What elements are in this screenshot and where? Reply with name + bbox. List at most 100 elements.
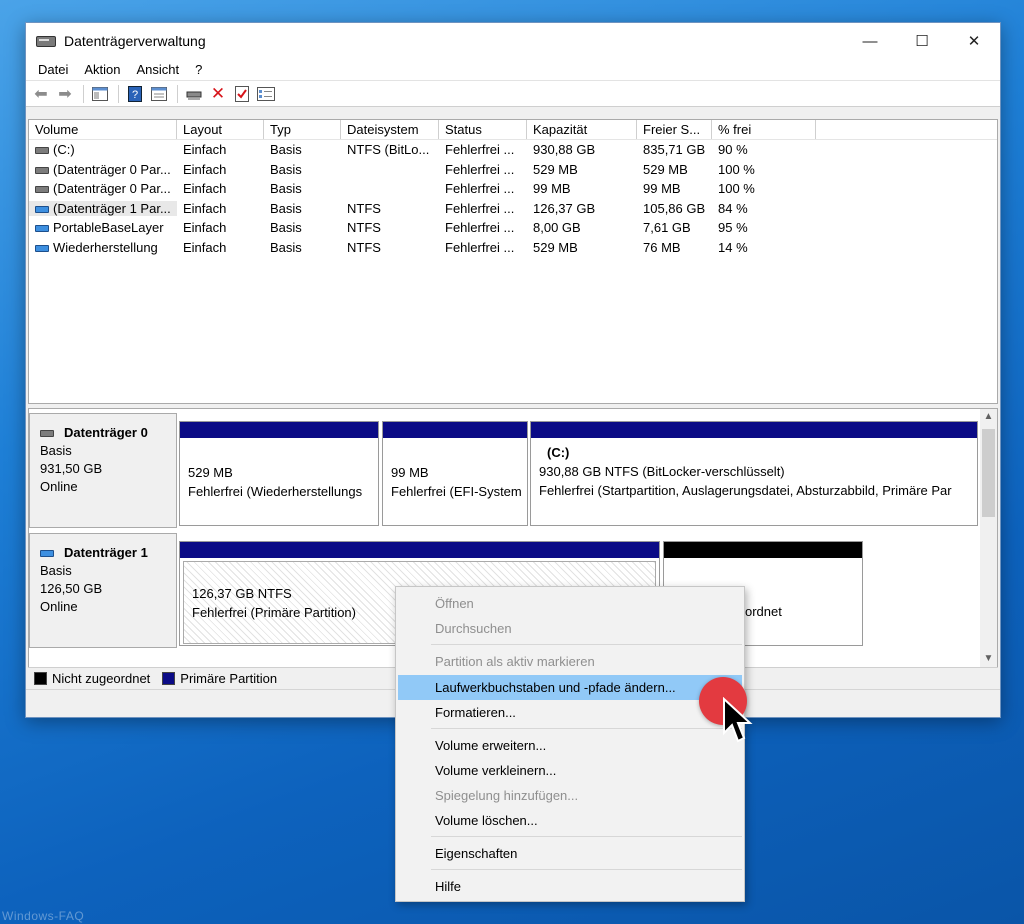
disk-1-label[interactable]: Datenträger 1 Basis 126,50 GB Online — [29, 533, 177, 648]
volume-cell-status: Fehlerfrei ... — [439, 142, 527, 157]
volume-cell-fs: NTFS — [341, 201, 439, 216]
menu-item-volume-verkleinern[interactable]: Volume verkleinern... — [398, 758, 742, 783]
menu-help[interactable]: ? — [187, 62, 210, 77]
settings-list-icon[interactable] — [255, 84, 277, 104]
volume-cell-status: Fehlerfrei ... — [439, 220, 527, 235]
menu-separator — [431, 836, 742, 837]
volume-cell-text: (C:) — [53, 142, 75, 158]
volume-row[interactable]: (Datenträger 0 Par... Einfach Basis Fehlerf… — [29, 160, 997, 180]
column-header-prozent-frei[interactable]: % frei — [712, 120, 816, 139]
help-book-icon[interactable]: ? — [124, 84, 146, 104]
volume-cell-text: 99 MB — [643, 181, 681, 197]
volume-list-body: (C:) Einfach Basis NTFS (BitLo... Fehlerfrei… — [29, 140, 997, 257]
toolbar: ⬅ ➡ ? ✕ — [26, 81, 1000, 107]
volume-row[interactable]: (C:) Einfach Basis NTFS (BitLo... Fehlerfrei… — [29, 140, 997, 160]
checklist-icon[interactable] — [231, 84, 253, 104]
volume-cell-cap: 529 MB — [527, 162, 637, 177]
volume-row[interactable]: (Datenträger 1 Par... Einfach Basis NTFS Feh… — [29, 199, 997, 219]
disk-1-size: 126,50 GB — [40, 581, 103, 596]
menu-datei[interactable]: Datei — [30, 62, 76, 77]
title-bar[interactable]: Datenträgerverwaltung — ☐ ✕ — [26, 23, 1000, 59]
volume-cell-cap: 99 MB — [527, 181, 637, 196]
partition-disk0-efi[interactable]: 99 MB Fehlerfrei (EFI-System — [382, 421, 528, 526]
menu-item-durchsuchen[interactable]: Durchsuchen — [398, 616, 742, 641]
column-header-layout[interactable]: Layout — [177, 120, 264, 139]
legend-unallocated: Nicht zugeordnet — [52, 671, 151, 686]
column-header-status[interactable]: Status — [439, 120, 527, 139]
volume-cell-text: Einfach — [183, 161, 227, 177]
column-header-dateisystem[interactable]: Dateisystem — [341, 120, 439, 139]
volume-cell-text: 14 % — [718, 239, 748, 255]
disk-1-type: Basis — [40, 563, 72, 578]
scroll-down-icon[interactable]: ▼ — [980, 653, 997, 664]
volume-row[interactable]: PortableBaseLayer Einfach Basis NTFS Fehlerf… — [29, 218, 997, 238]
volume-cell-text: Fehlerfrei ... — [445, 161, 515, 177]
menu-aktion[interactable]: Aktion — [76, 62, 128, 77]
gray-disk-icon — [35, 186, 49, 194]
volume-cell-free: 105,86 GB — [637, 201, 712, 216]
volume-cell-fs: NTFS (BitLo... — [341, 142, 439, 157]
volume-cell-volume: PortableBaseLayer — [29, 220, 177, 235]
menu-item-oeffnen[interactable]: Öffnen — [398, 591, 742, 616]
volume-cell-text: 105,86 GB — [643, 200, 706, 216]
disk-0-state: Online — [40, 479, 78, 494]
toolbar-separator — [118, 84, 119, 103]
svg-text:?: ? — [132, 89, 138, 101]
scrollbar-thumb[interactable] — [982, 429, 995, 517]
menu-item-hilfe[interactable]: Hilfe — [398, 874, 742, 899]
disk-1-name: Datenträger 1 — [64, 545, 148, 560]
volume-cell-pct: 84 % — [712, 201, 816, 216]
menu-item-laufwerkbuchstaben-aendern[interactable]: Laufwerkbuchstaben und -pfade ändern... — [398, 675, 742, 700]
column-header-kapazitaet[interactable]: Kapazität — [527, 120, 637, 139]
menu-item-formatieren[interactable]: Formatieren... — [398, 700, 742, 725]
volume-cell-text: NTFS — [347, 200, 381, 216]
volume-cell-text: 930,88 GB — [533, 142, 596, 158]
volume-cell-text: Einfach — [183, 239, 227, 255]
graph-vertical-scrollbar[interactable]: ▲ ▼ — [980, 409, 997, 669]
console-tree-icon[interactable] — [89, 84, 111, 104]
menu-item-spiegelung-hinzufuegen[interactable]: Spiegelung hinzufügen... — [398, 783, 742, 808]
column-header-volume[interactable]: Volume — [29, 120, 177, 139]
partition-disk0-recovery[interactable]: 529 MB Fehlerfrei (Wiederherstellungs — [179, 421, 379, 526]
disk-0-label[interactable]: Datenträger 0 Basis 931,50 GB Online — [29, 413, 177, 528]
volume-cell-text: Einfach — [183, 200, 227, 216]
volume-cell-text: Fehlerfrei ... — [445, 200, 515, 216]
menu-item-volume-erweitern[interactable]: Volume erweitern... — [398, 733, 742, 758]
forward-arrow-icon[interactable]: ➡ — [54, 84, 76, 104]
close-button[interactable]: ✕ — [948, 23, 1000, 59]
legend-primary: Primäre Partition — [180, 671, 278, 686]
properties-window-icon[interactable] — [148, 84, 170, 104]
partition-size: 99 MB — [391, 465, 429, 480]
partition-size: 930,88 GB NTFS (BitLocker-verschlüsselt) — [539, 464, 785, 479]
menu-separator — [431, 644, 742, 645]
volume-cell-text: (Datenträger 0 Par... — [53, 161, 171, 177]
volume-row[interactable]: Wiederherstellung Einfach Basis NTFS Fehlerf… — [29, 238, 997, 258]
volume-cell-text: 84 % — [718, 200, 748, 216]
connect-disk-icon[interactable] — [183, 84, 205, 104]
column-header-typ[interactable]: Typ — [264, 120, 341, 139]
volume-cell-pct: 95 % — [712, 220, 816, 235]
scroll-up-icon[interactable]: ▲ — [980, 411, 997, 422]
volume-row[interactable]: (Datenträger 0 Par... Einfach Basis Fehlerf… — [29, 179, 997, 199]
volume-cell-volume: Wiederherstellung — [29, 240, 177, 255]
menu-ansicht[interactable]: Ansicht — [129, 62, 188, 77]
maximize-button[interactable]: ☐ — [896, 23, 948, 59]
volume-cell-layout: Einfach — [177, 220, 264, 235]
minimize-button[interactable]: — — [844, 23, 896, 59]
menu-item-volume-loeschen[interactable]: Volume löschen... — [398, 808, 742, 833]
volume-cell-text: 126,37 GB — [533, 200, 596, 216]
volume-cell-text: Einfach — [183, 220, 227, 236]
column-header-freier-speicher[interactable]: Freier S... — [637, 120, 712, 139]
volume-cell-cap: 529 MB — [527, 240, 637, 255]
volume-cell-text: (Datenträger 0 Par... — [53, 181, 171, 197]
back-arrow-icon[interactable]: ⬅ — [30, 84, 52, 104]
delete-icon[interactable]: ✕ — [207, 84, 229, 104]
menu-bar: Datei Aktion Ansicht ? — [26, 59, 1000, 81]
volume-cell-text: PortableBaseLayer — [53, 220, 164, 236]
menu-item-partition-aktiv[interactable]: Partition als aktiv markieren — [398, 649, 742, 674]
partition-disk0-c[interactable]: (C:) 930,88 GB NTFS (BitLocker-verschlüs… — [530, 421, 978, 526]
volume-cell-pct: 100 % — [712, 181, 816, 196]
disk-0-type: Basis — [40, 443, 72, 458]
menu-item-eigenschaften[interactable]: Eigenschaften — [398, 841, 742, 866]
volume-cell-text: Basis — [270, 239, 302, 255]
